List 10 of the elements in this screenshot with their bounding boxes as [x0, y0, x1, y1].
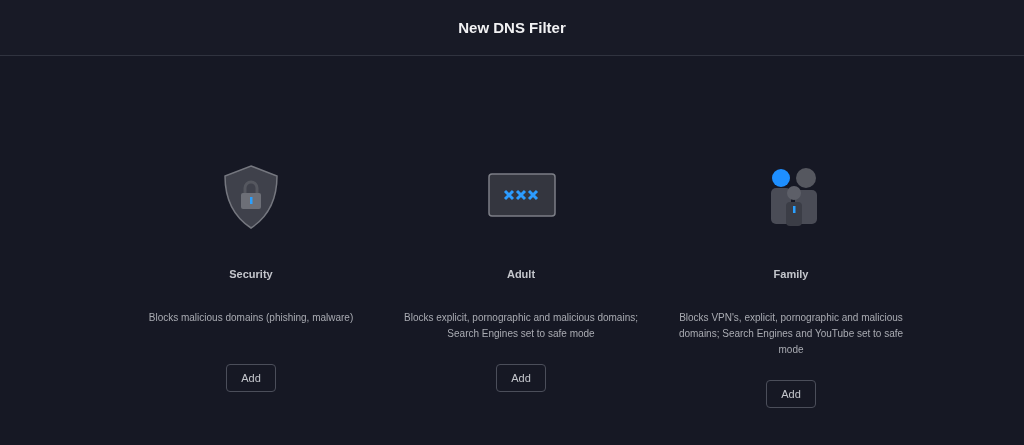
- filter-description: Blocks VPN's, explicit, pornographic and malicious domains; Search Engines and YouTube set to safe mode: [677, 311, 905, 357]
- filter-description: Blocks malicious domains (phishing, malware): [147, 311, 355, 325]
- add-button[interactable]: Add: [226, 364, 276, 392]
- filter-name: Security: [229, 268, 273, 280]
- filter-name: Family: [773, 268, 809, 280]
- filter-description: Blocks explicit, pornographic and malicious domains; Search Engines set to safe mode: [403, 311, 639, 341]
- add-button[interactable]: Add: [766, 380, 816, 408]
- filter-name: Adult: [506, 268, 536, 280]
- add-button[interactable]: Add: [496, 364, 546, 392]
- dialog-title: New DNS Filter: [458, 19, 566, 36]
